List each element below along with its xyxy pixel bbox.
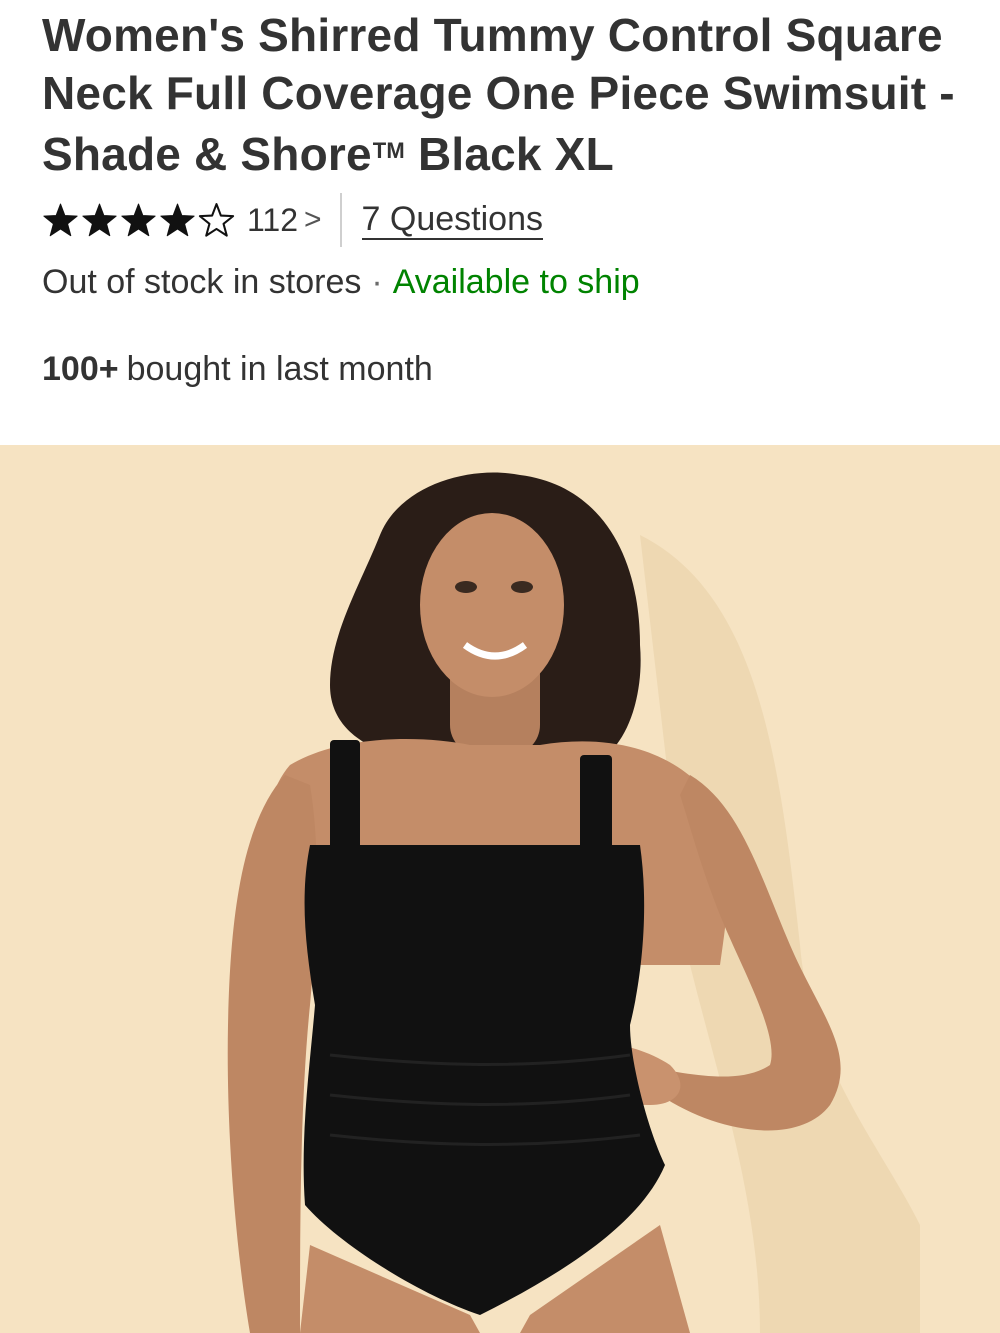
purchase-count: 100+: [42, 350, 119, 388]
left-eye: [455, 581, 477, 593]
star-rating[interactable]: [42, 202, 235, 239]
chevron-right-icon[interactable]: >: [304, 203, 322, 237]
product-info: Women's Shirred Tummy Control Square Nec…: [42, 6, 972, 183]
product-title: Women's Shirred Tummy Control Square Nec…: [42, 6, 972, 183]
face: [420, 513, 564, 697]
product-image[interactable]: [0, 445, 1000, 1333]
rating-row: 112 > 7 Questions: [42, 193, 543, 247]
divider: [339, 193, 342, 247]
star-empty-icon: [198, 202, 235, 237]
availability-row: Out of stock in stores · Available to ship: [42, 262, 640, 302]
trademark-symbol: TM: [372, 138, 405, 163]
separator-dot: ·: [371, 263, 383, 301]
questions-link[interactable]: 7 Questions: [361, 200, 543, 240]
star-filled-icon: [160, 203, 195, 236]
left-strap: [330, 740, 360, 850]
shipping-status: Available to ship: [392, 263, 640, 301]
product-page: Women's Shirred Tummy Control Square Nec…: [0, 0, 1000, 1333]
review-count[interactable]: 112: [247, 202, 298, 239]
right-strap: [580, 755, 612, 855]
right-eye: [511, 581, 533, 593]
star-filled-icon: [82, 203, 117, 236]
star-filled-icon: [43, 203, 78, 236]
store-stock-status: Out of stock in stores: [42, 263, 362, 301]
star-filled-icon: [121, 203, 156, 236]
purchase-text: bought in last month: [126, 350, 433, 388]
product-photo: [0, 445, 1000, 1333]
purchase-stats: 100+ bought in last month: [42, 349, 433, 389]
product-title-variant: Black XL: [417, 128, 614, 180]
